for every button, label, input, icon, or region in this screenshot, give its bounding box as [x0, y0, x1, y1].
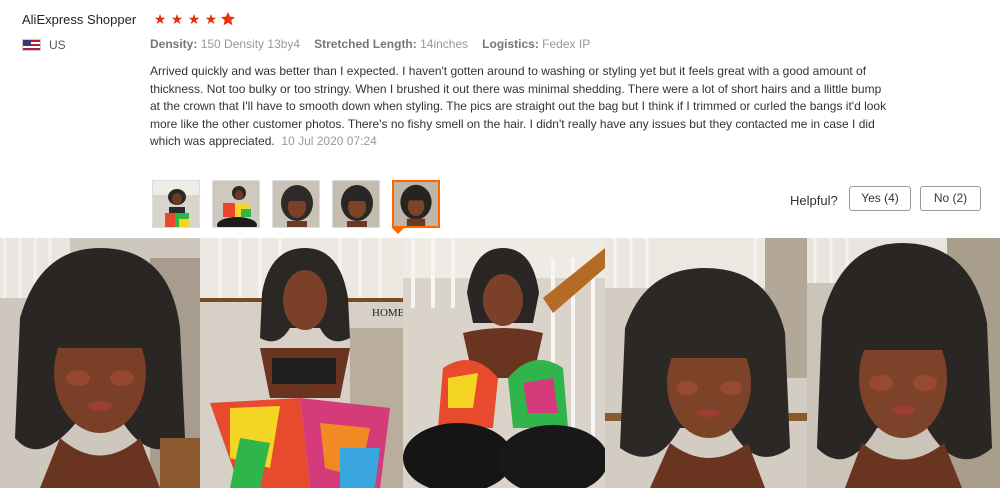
- review-card: AliExpress Shopper ★ ★ ★ ★ US Density: 1…: [0, 0, 1000, 238]
- star-icon: ★: [153, 11, 167, 27]
- reviewer-name: AliExpress Shopper: [22, 12, 137, 27]
- us-flag-icon: [22, 39, 41, 51]
- helpful-no-button[interactable]: No (2): [920, 186, 981, 211]
- star-icon: ★: [204, 11, 218, 27]
- review-photo[interactable]: HOME: [200, 238, 403, 488]
- review-date: 10 Jul 2020 07:24: [281, 134, 377, 148]
- review-photo[interactable]: [605, 238, 807, 488]
- review-photo[interactable]: [403, 238, 605, 488]
- review-thumbnail[interactable]: [152, 180, 200, 228]
- star-icon: ★: [170, 11, 184, 27]
- attribute-density: Density: 150 Density 13by4: [150, 37, 301, 51]
- review-thumbnail[interactable]: [332, 180, 380, 228]
- helpful-yes-button[interactable]: Yes (4): [849, 186, 911, 211]
- half-star-icon: [220, 11, 236, 30]
- review-photo[interactable]: [0, 238, 200, 488]
- attribute-logistics: Logistics: Fedex IP: [482, 37, 591, 51]
- review-text: Arrived quickly and was better than I ex…: [150, 63, 890, 151]
- reviewer-country: US: [49, 38, 66, 52]
- home-sign-text: HOME: [372, 307, 403, 319]
- product-attributes: Density: 150 Density 13by4 Stretched Len…: [150, 37, 590, 51]
- star-icon: ★: [187, 11, 201, 27]
- selected-thumbnail-pointer: [392, 228, 404, 234]
- review-thumbnail[interactable]: [272, 180, 320, 228]
- review-thumbnail-selected[interactable]: [392, 180, 440, 228]
- review-photo[interactable]: [807, 238, 1000, 488]
- rating-stars: ★ ★ ★ ★: [152, 11, 236, 30]
- review-photo-gallery: HOME: [0, 238, 1000, 488]
- review-thumbnails: [152, 180, 440, 228]
- helpful-label: Helpful?: [790, 193, 838, 208]
- attribute-length: Stretched Length: 14inches: [314, 37, 469, 51]
- review-thumbnail[interactable]: [212, 180, 260, 228]
- review-body: Arrived quickly and was better than I ex…: [150, 64, 887, 148]
